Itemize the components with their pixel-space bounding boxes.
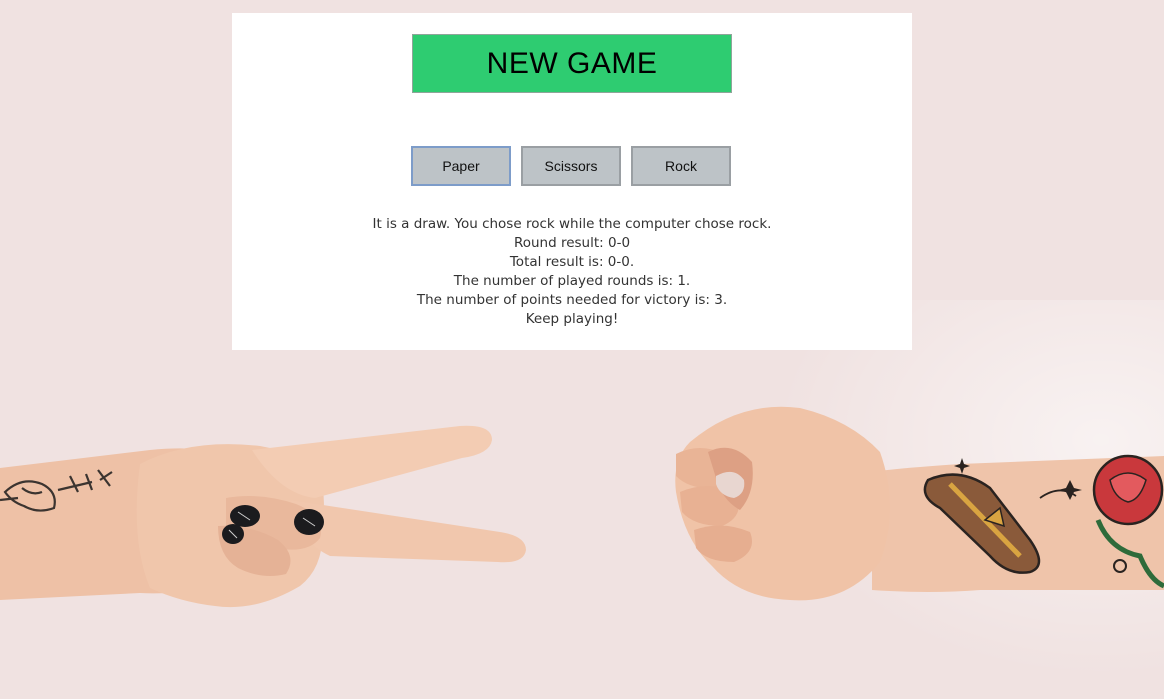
game-panel: NEW GAME Paper Scissors Rock It is a dra… [232,13,912,350]
points-needed-message: The number of points needed for victory … [416,292,728,308]
result-message: It is a draw. You chose rock while the c… [372,216,772,232]
played-rounds-message: The number of played rounds is: 1. [453,273,691,289]
new-game-button[interactable]: NEW GAME [412,34,732,93]
hands-illustration [0,406,1164,608]
paper-button[interactable]: Paper [411,146,511,186]
scissors-button[interactable]: Scissors [521,146,621,186]
scissors-hand-icon [0,425,526,608]
round-result-message: Round result: 0-0 [513,235,631,251]
rock-fist-icon [675,406,1164,601]
status-message: Keep playing! [525,311,619,327]
game-messages: It is a draw. You chose rock while the c… [232,215,912,329]
rock-button[interactable]: Rock [631,146,731,186]
total-result-message: Total result is: 0-0. [509,254,635,270]
